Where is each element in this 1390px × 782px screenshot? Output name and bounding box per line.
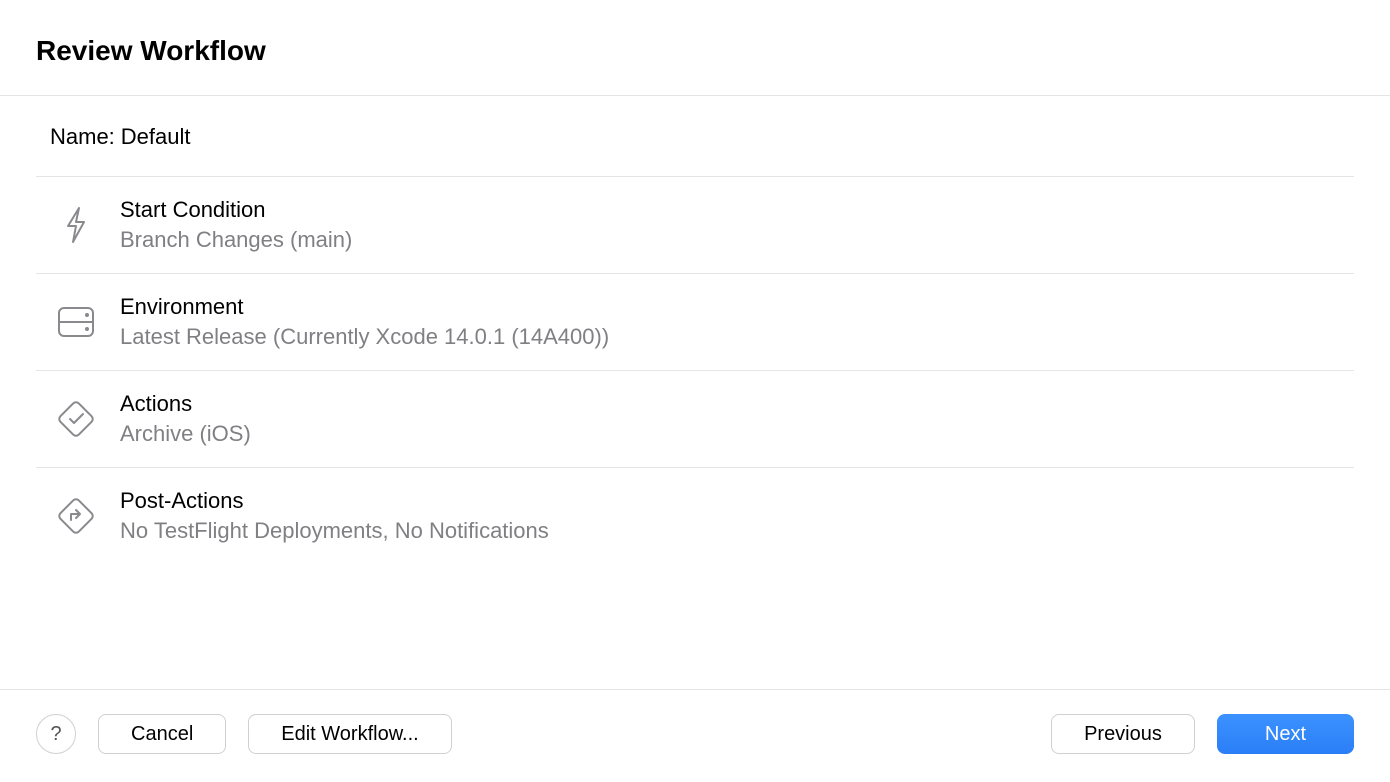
- environment-row[interactable]: Environment Latest Release (Currently Xc…: [36, 274, 1354, 371]
- row-subtitle: No TestFlight Deployments, No Notificati…: [120, 518, 549, 544]
- bolt-icon: [56, 205, 96, 245]
- cancel-button[interactable]: Cancel: [98, 714, 226, 754]
- row-title: Actions: [120, 391, 251, 417]
- name-value: Default: [121, 124, 191, 150]
- row-title: Post-Actions: [120, 488, 549, 514]
- checkmark-seal-icon: [56, 399, 96, 439]
- arrow-seal-icon: [56, 496, 96, 536]
- edit-workflow-button[interactable]: Edit Workflow...: [248, 714, 451, 754]
- dialog-header: Review Workflow: [0, 0, 1390, 96]
- post-actions-row[interactable]: Post-Actions No TestFlight Deployments, …: [36, 468, 1354, 564]
- row-title: Start Condition: [120, 197, 352, 223]
- row-subtitle: Archive (iOS): [120, 421, 251, 447]
- next-button[interactable]: Next: [1217, 714, 1354, 754]
- start-condition-row[interactable]: Start Condition Branch Changes (main): [36, 177, 1354, 274]
- help-button[interactable]: ?: [36, 714, 76, 754]
- actions-row[interactable]: Actions Archive (iOS): [36, 371, 1354, 468]
- content-area: Name: Default Start Condition Branch Cha…: [0, 96, 1390, 689]
- row-subtitle: Branch Changes (main): [120, 227, 352, 253]
- row-subtitle: Latest Release (Currently Xcode 14.0.1 (…: [120, 324, 609, 350]
- start-condition-text: Start Condition Branch Changes (main): [120, 197, 352, 253]
- dialog-footer: ? Cancel Edit Workflow... Previous Next: [0, 689, 1390, 782]
- previous-button[interactable]: Previous: [1051, 714, 1195, 754]
- server-icon: [56, 302, 96, 342]
- environment-text: Environment Latest Release (Currently Xc…: [120, 294, 609, 350]
- actions-text: Actions Archive (iOS): [120, 391, 251, 447]
- workflow-name-row: Name: Default: [36, 96, 1354, 177]
- row-title: Environment: [120, 294, 609, 320]
- page-title: Review Workflow: [36, 35, 1354, 67]
- name-label: Name:: [50, 124, 115, 150]
- post-actions-text: Post-Actions No TestFlight Deployments, …: [120, 488, 549, 544]
